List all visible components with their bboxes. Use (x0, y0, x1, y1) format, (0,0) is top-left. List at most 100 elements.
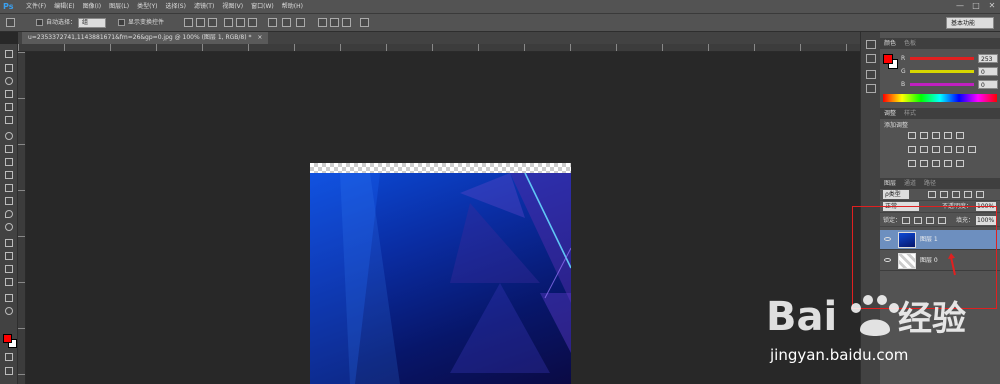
align-bottom-icon[interactable] (208, 18, 217, 27)
menu-item-1[interactable]: 编辑(E) (50, 0, 78, 14)
document-image[interactable] (310, 173, 571, 384)
menu-item-0[interactable]: 文件(F) (22, 0, 50, 14)
gradient-map-icon[interactable] (944, 160, 952, 167)
brightness-icon[interactable] (908, 132, 916, 139)
tab-channels[interactable]: 通道 (900, 178, 920, 189)
quick-mask-icon[interactable] (5, 353, 13, 361)
history-panel-icon[interactable] (866, 40, 876, 49)
hue-saturation-icon[interactable] (908, 146, 916, 153)
zoom-tool-icon[interactable] (5, 307, 13, 315)
actions-panel-icon[interactable] (866, 54, 876, 63)
crop-tool-icon[interactable] (5, 103, 13, 111)
auto-select-dropdown[interactable]: 组 (77, 17, 106, 28)
color-r-value[interactable]: 253 (978, 54, 998, 63)
gradient-tool-icon[interactable] (5, 197, 13, 205)
layer-filter-dropdown[interactable]: ρ类型 (883, 190, 909, 199)
marquee-tool-icon[interactable] (5, 64, 13, 72)
eyedropper-tool-icon[interactable] (5, 116, 13, 124)
tab-adjustments[interactable]: 调整 (880, 108, 900, 119)
color-g-value[interactable]: 0 (978, 67, 998, 76)
document-tab[interactable]: u=2353372741,1143881671&fm=26&gp=0.jpg @… (22, 32, 269, 44)
history-brush-tool-icon[interactable] (5, 171, 13, 179)
path-select-tool-icon[interactable] (5, 265, 13, 273)
color-foreground-swatch[interactable] (883, 54, 893, 64)
align-left-icon[interactable] (224, 18, 233, 27)
menu-item-3[interactable]: 图层(L) (105, 0, 133, 14)
filter-shape-icon[interactable] (964, 191, 972, 198)
show-transform-option[interactable]: 显示变换控件 (118, 17, 164, 29)
align-top-icon[interactable] (184, 18, 193, 27)
align-vcenter-icon[interactable] (196, 18, 205, 27)
menu-item-7[interactable]: 视图(V) (218, 0, 247, 14)
show-transform-checkbox[interactable] (118, 19, 125, 26)
maximize-button[interactable]: □ (968, 0, 984, 12)
filter-smart-icon[interactable] (976, 191, 984, 198)
align-hcenter-icon[interactable] (236, 18, 245, 27)
color-spectrum[interactable] (883, 94, 997, 102)
eraser-tool-icon[interactable] (5, 184, 13, 192)
shape-tool-icon[interactable] (5, 278, 13, 286)
menu-item-2[interactable]: 图像(I) (79, 0, 105, 14)
brush-tool-icon[interactable] (5, 145, 13, 153)
menu-item-4[interactable]: 类型(Y) (133, 0, 161, 14)
tab-layers[interactable]: 图层 (880, 178, 900, 189)
distribute-right-icon[interactable] (342, 18, 351, 27)
filter-pixel-icon[interactable] (928, 191, 936, 198)
blur-tool-icon[interactable] (5, 210, 13, 218)
auto-select-checkbox[interactable] (36, 19, 43, 26)
exposure-icon[interactable] (944, 132, 952, 139)
color-lookup-icon[interactable] (968, 146, 976, 153)
screen-mode-icon[interactable] (5, 367, 13, 375)
dodge-tool-icon[interactable] (5, 223, 13, 231)
foreground-color-swatch[interactable] (3, 334, 12, 343)
tab-paths[interactable]: 路径 (920, 178, 940, 189)
distribute-left-icon[interactable] (318, 18, 327, 27)
minimize-button[interactable]: — (952, 0, 968, 12)
hand-tool-icon[interactable] (5, 294, 13, 302)
document-tab-close[interactable]: × (257, 34, 262, 41)
distribute-bottom-icon[interactable] (296, 18, 305, 27)
color-b-slider[interactable] (910, 83, 974, 86)
tab-styles[interactable]: 样式 (900, 108, 920, 119)
photo-filter-icon[interactable] (944, 146, 952, 153)
move-tool-icon[interactable] (6, 18, 15, 27)
filter-adjustment-icon[interactable] (940, 191, 948, 198)
tab-swatches[interactable]: 色板 (900, 38, 920, 49)
tab-color[interactable]: 颜色 (880, 38, 900, 49)
lasso-tool-icon[interactable] (5, 77, 13, 85)
threshold-icon[interactable] (932, 160, 940, 167)
levels-icon[interactable] (920, 132, 928, 139)
menu-item-9[interactable]: 帮助(H) (278, 0, 307, 14)
distribute-vcenter-icon[interactable] (282, 18, 291, 27)
color-g-row[interactable]: G 0 (898, 67, 998, 77)
properties-panel-icon[interactable] (866, 70, 876, 79)
invert-icon[interactable] (908, 160, 916, 167)
healing-brush-tool-icon[interactable] (5, 132, 13, 140)
auto-align-icon[interactable] (360, 18, 369, 27)
canvas-area[interactable] (26, 52, 860, 384)
selective-color-icon[interactable] (956, 160, 964, 167)
color-balance-icon[interactable] (920, 146, 928, 153)
distribute-top-icon[interactable] (268, 18, 277, 27)
color-r-slider[interactable] (910, 57, 974, 60)
menu-item-6[interactable]: 滤镜(T) (190, 0, 218, 14)
filter-type-icon[interactable] (952, 191, 960, 198)
color-b-value[interactable]: 0 (978, 80, 998, 89)
clone-stamp-tool-icon[interactable] (5, 158, 13, 166)
close-window-button[interactable]: ✕ (984, 0, 1000, 12)
posterize-icon[interactable] (920, 160, 928, 167)
character-panel-icon[interactable] (866, 84, 876, 93)
menu-item-5[interactable]: 选择(S) (161, 0, 190, 14)
black-white-icon[interactable] (932, 146, 940, 153)
auto-select-option[interactable]: 自动选择： 组 (36, 17, 106, 29)
vibrance-icon[interactable] (956, 132, 964, 139)
align-right-icon[interactable] (248, 18, 257, 27)
distribute-hcenter-icon[interactable] (330, 18, 339, 27)
curves-icon[interactable] (932, 132, 940, 139)
color-r-row[interactable]: R 253 (898, 54, 998, 64)
quick-select-tool-icon[interactable] (5, 90, 13, 98)
pen-tool-icon[interactable] (5, 239, 13, 247)
move-tool-icon[interactable] (5, 50, 13, 58)
channel-mixer-icon[interactable] (956, 146, 964, 153)
menu-item-8[interactable]: 窗口(W) (247, 0, 278, 14)
